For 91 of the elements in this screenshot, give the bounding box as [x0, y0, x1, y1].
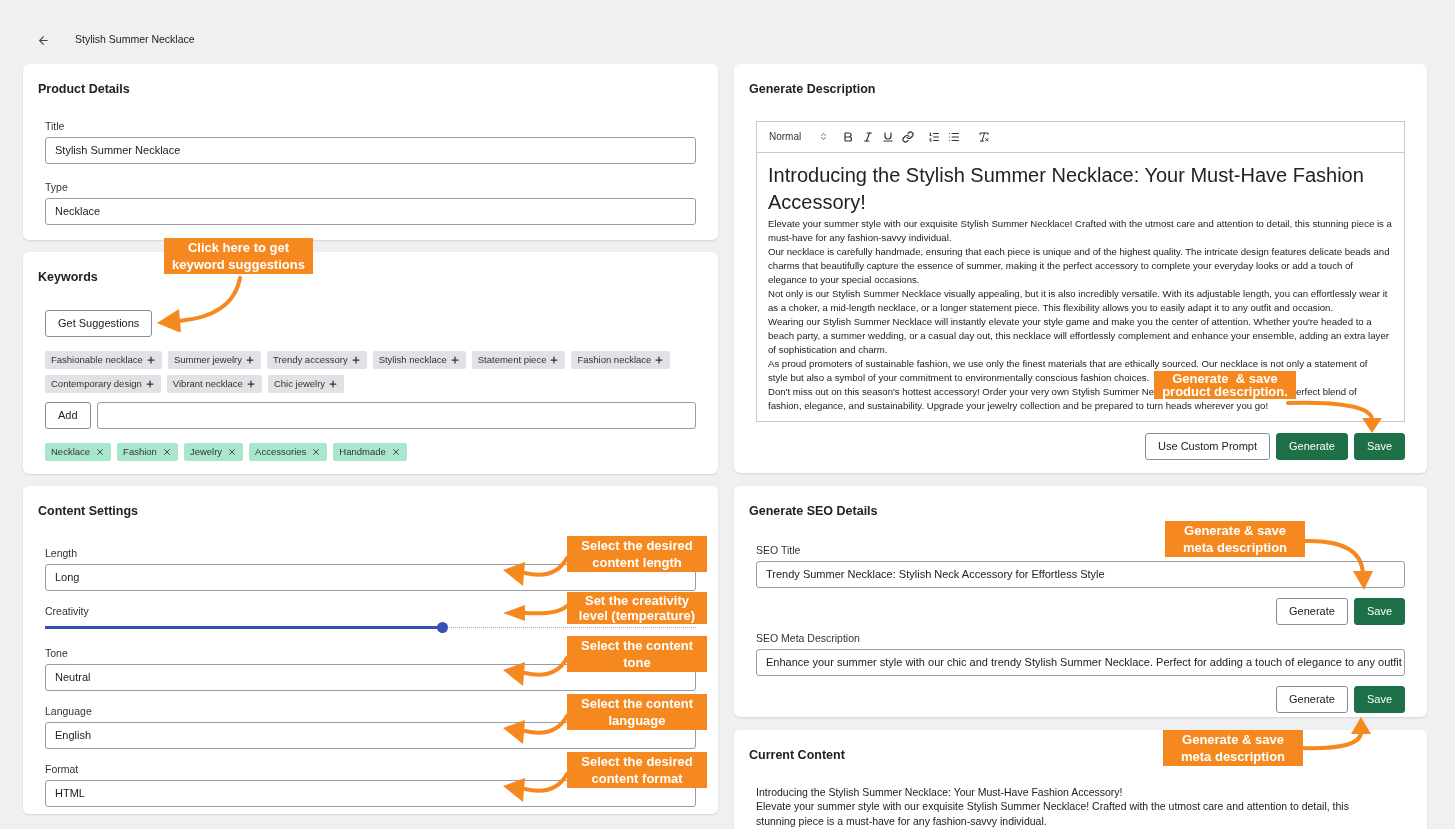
keyword-tag: Accessories [249, 442, 328, 461]
underline-icon[interactable] [882, 130, 895, 143]
bold-icon[interactable] [842, 130, 855, 143]
updown-icon [819, 132, 829, 142]
plus-icon [328, 378, 339, 389]
callout-label: Select the desired content format [567, 751, 707, 788]
callout-label: Select the content tone [567, 635, 707, 672]
text-field[interactable]: Enhance your summer style with our chic and trendy Stylish Summer Necklace. Perfect for adding a touch of elegance to any outfit [756, 648, 1405, 676]
link-icon[interactable] [902, 130, 915, 143]
plus-icon [350, 354, 361, 365]
remove-icon[interactable] [390, 446, 401, 457]
field-label: SEO Meta Description [756, 630, 860, 645]
field-label: Type [45, 179, 68, 194]
description-text: fashion, elegance, and sustainability. Upgrade your jewelry collection and be prepared to turn heads wherever you go! [768, 399, 1269, 413]
description-text: As proud promoters of sustainable fashion, we use only the finest materials that are ethically sourced. Our necklace is not only a statement of [768, 356, 1368, 371]
keyword-suggestion[interactable]: Vibrant necklace [166, 374, 262, 393]
description-heading: Introducing the Stylish Summer Necklace: Your Must-Have Fashion Accessory! [768, 162, 1365, 215]
secondary-button[interactable]: Generate [1276, 685, 1348, 713]
keyword-tag: Handmade [333, 442, 407, 461]
text-field[interactable]: Necklace [45, 197, 696, 225]
description-text: erfect blend of [1295, 385, 1357, 397]
callout-label: Click here to get keyword suggestions [164, 238, 313, 274]
remove-icon[interactable] [227, 446, 238, 457]
primary-button[interactable]: Save [1353, 432, 1405, 460]
field-label: Tone [45, 645, 68, 660]
field-label: Language [45, 703, 92, 718]
keyword-tag: Necklace [45, 442, 112, 461]
italic-icon[interactable] [862, 130, 875, 143]
keyword-input[interactable] [96, 401, 696, 429]
keyword-suggestion[interactable]: Chic jewelry [267, 374, 345, 393]
plus-icon [145, 354, 156, 365]
content-paragraph: Introducing the Stylish Summer Necklace: Your Must-Have Fashion Accessory! [756, 784, 1124, 800]
plus-icon [245, 354, 255, 365]
description-paragraph: Not only is our Stylish Summer Necklace visually appealing, but it is also incredibly versatile. With its adjustable length, you can effortlessly wear it as a choker, a mid-length necklace, or a longer statement piece. This flexibility allows you to easily adapt it to any outfit and occasion. [768, 286, 1389, 315]
description-text: Don't miss out on this season's hottest accessory! Order your very own Stylish Summer Ne [768, 385, 1154, 397]
keyword-tag: Fashion [117, 442, 178, 461]
callout-label: Select the content language [567, 693, 707, 730]
card-heading: Current Content [749, 747, 845, 764]
field-label: Format [45, 761, 79, 776]
page-title: Stylish Summer Necklace [75, 32, 195, 48]
callout-label: Generate & save meta description [1163, 729, 1303, 766]
card-heading: Content Settings [38, 503, 138, 520]
card-heading: Product Details [38, 81, 130, 98]
add-button[interactable]: Add [45, 401, 91, 429]
description-paragraph: Elevate your summer style with our exquisite Stylish Summer Necklace! Crafted with the utmost care and attention to detail, this stunning piece is a must-have for any fashion-savvy individual. [768, 216, 1393, 245]
keyword-suggestion[interactable]: Fashion necklace [571, 350, 671, 369]
back-arrow-icon[interactable] [37, 33, 50, 47]
field-label: Length [45, 545, 78, 560]
remove-icon[interactable] [161, 446, 172, 457]
callout-label: Generate & save product description. [1153, 370, 1296, 399]
remove-icon[interactable] [311, 446, 322, 457]
plus-icon [549, 354, 560, 365]
text-field[interactable]: Trendy Summer Necklace: Stylish Neck Accessory for Effortless Style [756, 560, 1405, 588]
keyword-suggestion[interactable]: Summer jewelry [167, 350, 261, 369]
keyword-suggestion[interactable]: Contemporary design [45, 374, 161, 393]
field-label: Creativity [45, 603, 89, 618]
callout-label: Generate & save meta description [1165, 520, 1305, 557]
remove-icon[interactable] [95, 446, 106, 457]
text-field[interactable]: Stylish Summer Necklace [45, 136, 696, 164]
description-paragraph: Wearing our Stylish Summer Necklace will instantly elevate your style game and make you the center of attention. Whether you're headed to a beach party, a summer wedding, or a casual day out, this necklace will effortlessly complement and enhance your ensemble, adding an extra layer of sophistication and charm. [768, 314, 1390, 357]
keyword-tag: Jewelry [183, 442, 244, 461]
plus-icon [245, 378, 256, 389]
keyword-suggestion[interactable]: Statement piece [471, 350, 566, 369]
bullet-list-icon[interactable] [948, 130, 961, 143]
content-paragraph: Elevate your summer style with our exquisite Stylish Summer Necklace! Crafted with the utmost care and attention to detail, this stunning piece is a must-have for any fashion-savvy individual. [756, 799, 1350, 829]
plus-icon [654, 354, 665, 365]
primary-button[interactable]: Save [1353, 597, 1405, 625]
field-label: Title [45, 118, 65, 133]
primary-button[interactable]: Save [1353, 685, 1405, 713]
callout-arrow [1301, 715, 1371, 752]
primary-button[interactable]: Generate [1276, 432, 1348, 460]
keyword-suggestion[interactable]: Stylish necklace [372, 350, 466, 369]
slider-thumb[interactable] [437, 621, 449, 633]
keyword-suggestion[interactable]: Trendy accessory [267, 350, 367, 369]
plus-icon [449, 354, 460, 365]
card-heading: Generate Description [749, 81, 876, 98]
callout-label: Set the creativity level (temperature) [567, 591, 707, 624]
card-heading: Generate SEO Details [749, 503, 878, 520]
numbered-list-icon[interactable] [928, 130, 941, 143]
description-text: style but also a symbol of your commitment to environmentally conscious fashion choices. [768, 370, 1150, 385]
text-style-select[interactable]: Normal [769, 129, 829, 145]
callout-label: Select the desired content length [567, 535, 707, 572]
secondary-button[interactable]: Generate [1276, 597, 1348, 625]
keyword-suggestion[interactable]: Fashionable necklace [45, 350, 162, 369]
description-paragraph: Our necklace is carefully handmade, ensuring that each piece is unique and of the highest quality. The intricate design features delicate beads and charms that beautifully capture the essence of summer, making it the perfect accessory to complete your everyday looks or add a touch of elegance to your special occasions. [768, 244, 1391, 287]
secondary-button[interactable]: Use Custom Prompt [1145, 432, 1271, 460]
get-suggestions-button[interactable]: Get Suggestions [45, 309, 153, 337]
field-label: SEO Title [756, 542, 801, 557]
card-heading: Keywords [38, 269, 98, 286]
clear-format-icon[interactable] [978, 130, 991, 143]
plus-icon [144, 378, 155, 389]
